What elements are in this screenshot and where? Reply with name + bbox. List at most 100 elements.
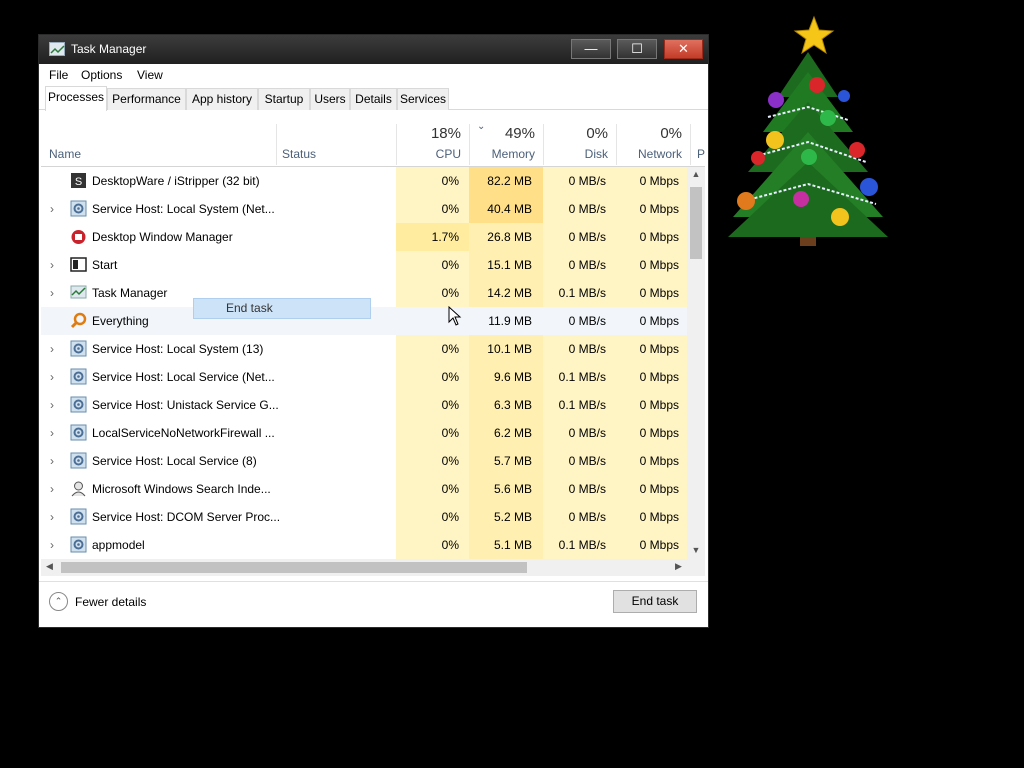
process-cpu: 0% [441, 454, 459, 468]
disk-total: 0% [586, 125, 608, 142]
chevron-right-icon[interactable]: › [50, 538, 54, 552]
process-row[interactable]: › Service Host: Local System (Net... 0% 40.… [41, 195, 687, 223]
column-divider[interactable] [469, 124, 470, 165]
scroll-down-icon[interactable]: ▼ [687, 545, 705, 555]
window-title: Task Manager [71, 42, 147, 56]
process-row[interactable]: › Start 0% 15.1 MB 0 MB/s 0 Mbps [41, 251, 687, 279]
process-row[interactable]: › Service Host: Local Service (Net... 0% 9.… [41, 363, 687, 391]
process-name: Everything [92, 314, 149, 328]
process-network: 0 Mbps [639, 426, 679, 440]
column-header-power[interactable]: P [690, 111, 705, 166]
process-name: Microsoft Windows Search Inde... [92, 482, 271, 496]
chevron-right-icon[interactable]: › [50, 454, 54, 468]
process-network: 0 Mbps [639, 538, 679, 552]
task-manager-icon [70, 284, 87, 301]
menu-view[interactable]: View [137, 68, 163, 82]
process-name: Service Host: DCOM Server Proc... [92, 510, 281, 524]
process-row[interactable]: › Service Host: Local Service (8) 0% 5.7 MB… [41, 447, 687, 475]
menu-options[interactable]: Options [81, 68, 122, 82]
process-row[interactable]: S DesktopWare / iStripper (32 bit) 0% 82.2 … [41, 167, 687, 195]
fewer-details-link[interactable]: Fewer details [75, 595, 146, 609]
chevron-right-icon[interactable]: › [50, 510, 54, 524]
menu-bar: File Options View [39, 64, 708, 86]
column-divider[interactable] [276, 124, 277, 165]
process-memory: 15.1 MB [487, 258, 532, 272]
process-memory: 11.9 MB [488, 314, 532, 328]
scroll-up-icon[interactable]: ▲ [687, 169, 705, 179]
cpu-total: 18% [430, 125, 461, 142]
horizontal-scrollbar[interactable]: ◀ ▶ [41, 559, 687, 576]
tab-app-history[interactable]: App history [186, 88, 258, 110]
end-task-drag-ghost: End task [193, 298, 371, 319]
process-row[interactable]: › Service Host: DCOM Server Proc... 0% 5.2 … [41, 503, 687, 531]
scroll-left-icon[interactable]: ◀ [46, 561, 53, 572]
cpu-label: CPU [435, 147, 461, 161]
column-header-status[interactable]: Status [276, 111, 395, 166]
column-header-disk[interactable]: 0% Disk [543, 111, 616, 166]
start-icon [70, 256, 87, 273]
vertical-scrollbar[interactable]: ▲ ▼ [687, 167, 705, 559]
process-row[interactable]: Desktop Window Manager 1.7% 26.8 MB 0 MB/s 0… [41, 223, 687, 251]
chevron-up-icon[interactable]: ⌃ [49, 592, 68, 611]
process-disk: 0.1 MB/s [558, 286, 606, 300]
tab-details[interactable]: Details [350, 88, 397, 110]
tab-services[interactable]: Services [397, 88, 449, 110]
process-row[interactable]: › Service Host: Local System (13) 0% 10.1 M… [41, 335, 687, 363]
process-disk: 0 MB/s [568, 454, 606, 468]
horizontal-scroll-thumb[interactable] [61, 562, 527, 573]
tab-processes[interactable]: Processes [45, 86, 107, 111]
process-network: 0 Mbps [639, 202, 679, 216]
istripper-icon: S [70, 172, 87, 189]
end-task-button[interactable]: End task [613, 590, 697, 613]
tab-performance[interactable]: Performance [107, 88, 186, 110]
chevron-right-icon[interactable]: › [50, 286, 54, 300]
process-row[interactable]: › Microsoft Windows Search Inde... 0% 5.6 M… [41, 475, 687, 503]
process-row[interactable]: › appmodel 0% 5.1 MB 0.1 MB/s 0 Mbps [41, 531, 687, 559]
gear-icon [70, 200, 87, 217]
minimize-icon: — [584, 41, 598, 56]
process-memory: 10.1 MB [487, 342, 532, 356]
minimize-button[interactable]: — [571, 39, 611, 59]
chevron-right-icon[interactable]: › [50, 426, 54, 440]
process-memory: 14.2 MB [487, 286, 532, 300]
column-divider[interactable] [616, 124, 617, 165]
process-cpu: 0% [441, 342, 459, 356]
process-cpu: 0% [441, 482, 459, 496]
column-divider[interactable] [396, 124, 397, 165]
process-cpu: 0% [441, 258, 459, 272]
process-disk: 0 MB/s [568, 342, 606, 356]
chevron-right-icon[interactable]: › [50, 258, 54, 272]
process-disk: 0.1 MB/s [558, 398, 606, 412]
chevron-right-icon[interactable]: › [50, 342, 54, 356]
process-row[interactable]: › Service Host: Unistack Service G... 0% 6.… [41, 391, 687, 419]
maximize-button[interactable]: ☐ [617, 39, 657, 59]
title-bar[interactable]: Task Manager — ☐ ✕ [39, 35, 708, 64]
close-button[interactable]: ✕ [664, 39, 703, 59]
column-header-network[interactable]: 0% Network [616, 111, 690, 166]
column-divider[interactable] [543, 124, 544, 165]
vertical-scroll-thumb[interactable] [690, 187, 702, 259]
menu-file[interactable]: File [49, 68, 68, 82]
chevron-right-icon[interactable]: › [50, 370, 54, 384]
tab-startup[interactable]: Startup [258, 88, 310, 110]
gear-icon [70, 424, 87, 441]
tab-users[interactable]: Users [310, 88, 350, 110]
process-network: 0 Mbps [639, 286, 679, 300]
chevron-right-icon[interactable]: › [50, 482, 54, 496]
column-header-memory[interactable]: ⌄ 49% Memory [469, 111, 543, 166]
process-name: Start [92, 258, 118, 272]
column-header-name[interactable]: Name [41, 111, 276, 166]
process-disk: 0 MB/s [568, 482, 606, 496]
disk-label: Disk [584, 147, 608, 161]
chevron-right-icon[interactable]: › [50, 202, 54, 216]
process-name: LocalServiceNoNetworkFirewall ... [92, 426, 275, 440]
chevron-right-icon[interactable]: › [50, 398, 54, 412]
process-row[interactable]: › LocalServiceNoNetworkFirewall ... 0% 6.2 … [41, 419, 687, 447]
column-header-cpu[interactable]: 18% CPU [395, 111, 469, 166]
column-divider[interactable] [690, 124, 691, 165]
process-name: Service Host: Local Service (Net... [92, 370, 275, 384]
process-name: DesktopWare / iStripper (32 bit) [92, 174, 260, 188]
scroll-right-icon[interactable]: ▶ [675, 561, 682, 572]
process-cpu: 0% [441, 286, 459, 300]
search-icon [70, 312, 87, 329]
